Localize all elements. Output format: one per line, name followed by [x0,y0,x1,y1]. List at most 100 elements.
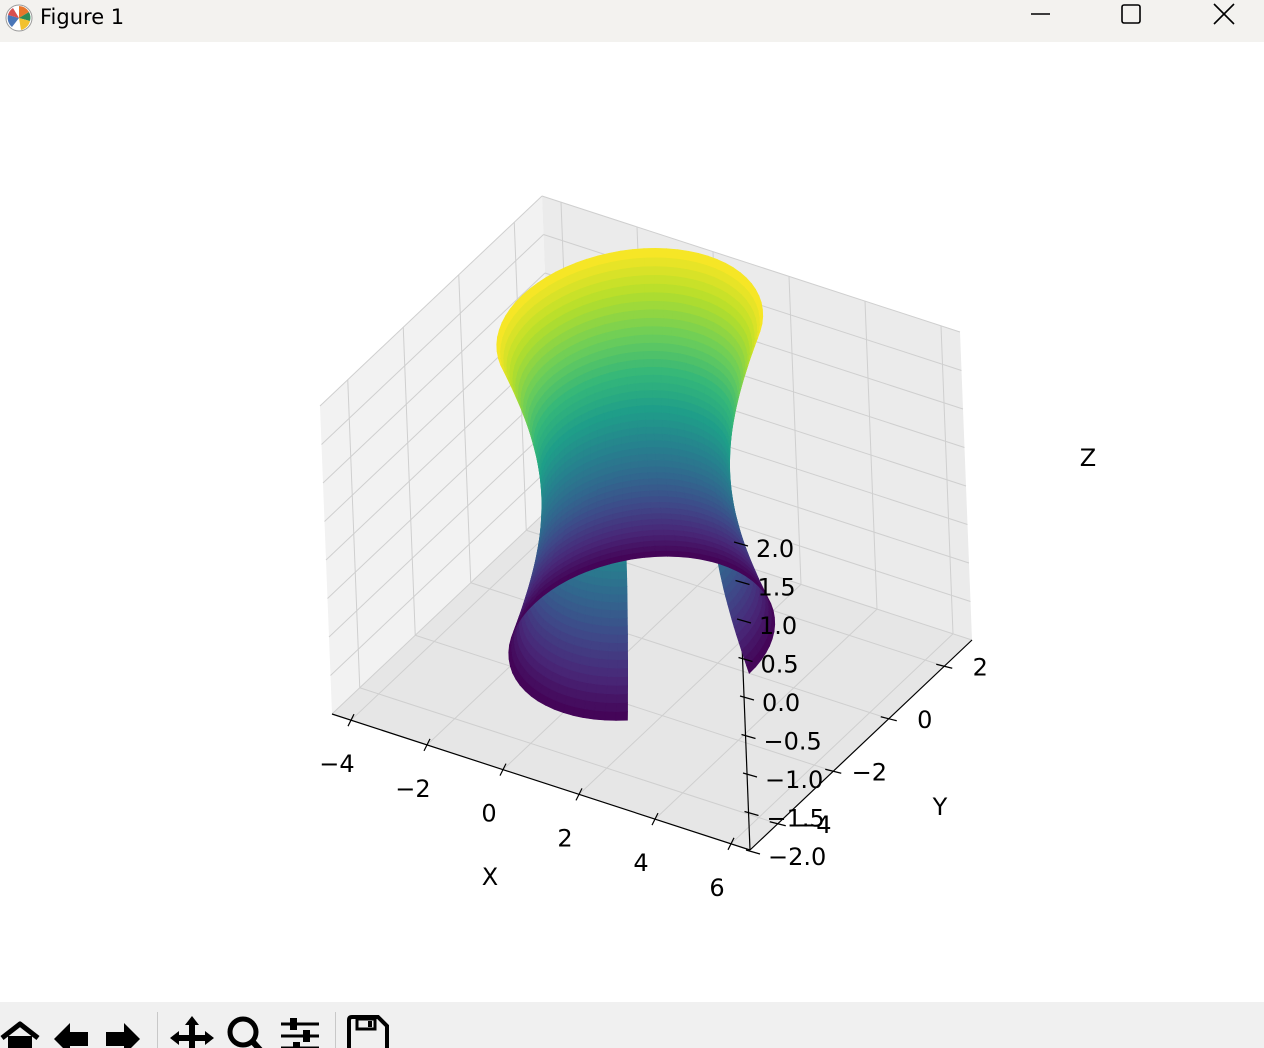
surface-face [643,291,655,302]
zoom-button[interactable] [222,1012,266,1048]
surface-face [638,459,649,468]
surface-face [617,642,628,652]
close-button[interactable] [1194,0,1254,32]
surface-face [643,317,654,327]
surface-face [609,585,619,595]
surface-face [670,334,681,346]
z-tick-label: 1.0 [759,612,797,640]
surface-face [626,375,637,385]
surface-face [652,397,662,406]
surface-face [652,381,662,391]
surface-face [607,650,619,660]
surface-face [594,692,607,703]
surface-face [617,625,628,635]
surface-face [663,459,673,468]
surface-face [655,550,668,557]
forward-arrow-icon [106,1023,140,1048]
surface-face [671,318,682,329]
3d-surface-plot: −4−20246−4−202−2.0−1.5−1.0−0.50.00.51.01… [319,195,1096,902]
surface-face [590,640,601,651]
home-button[interactable] [0,1012,44,1048]
surface-face [663,283,676,294]
window-title: Figure 1 [40,5,125,29]
surface-face [600,608,611,619]
surface-face [635,389,646,399]
pan-button[interactable] [170,1012,214,1048]
surface-face [661,334,672,344]
surface-face [636,411,646,421]
surface-face [590,631,601,643]
surface-face [582,708,595,720]
surface-face [644,381,654,391]
surface-face [644,411,655,420]
surface-face [634,334,645,344]
surface-face [668,382,678,393]
z-tick-label: 2.0 [756,535,794,563]
x-tick-label: 6 [709,874,724,902]
back-button[interactable] [50,1012,94,1048]
surface-face [659,501,671,509]
surface-face [593,584,603,594]
configure-subplots-button[interactable] [278,1012,322,1048]
surface-face [626,367,637,377]
z-tick-label: −2.0 [768,843,826,871]
surface-face [655,459,665,467]
surface-face [601,592,611,603]
surface-face [661,433,671,442]
surface-face [634,350,645,360]
surface-face [654,439,664,448]
surface-face [591,623,602,634]
surface-face [616,693,628,704]
surface-face [627,397,638,408]
surface-face [660,397,670,407]
surface-face [634,358,645,368]
surface-face [664,466,674,474]
surface-face [601,585,611,595]
surface-face [662,440,672,449]
y-axis-label: Y [932,793,948,821]
surface-face [600,624,610,635]
minimize-button[interactable] [1010,0,1070,32]
surface-face [595,683,608,695]
surface-face [606,684,618,695]
surface-face [660,389,670,399]
surface-face [662,300,674,311]
navigation-toolbar [0,1002,1264,1048]
surface-face [652,374,662,383]
surface-face [650,507,662,515]
surface-face [601,577,611,587]
surface-face [601,570,611,580]
maximize-button[interactable] [1101,0,1161,32]
surface-face [615,702,628,712]
surface-face [665,257,678,268]
surface-face [617,633,628,644]
surface-face [669,343,680,354]
surface-face [632,257,645,268]
surface-face [593,599,603,610]
surface-face [606,676,618,686]
surface-face [652,317,664,327]
z-tick-label: −0.5 [764,728,822,756]
surface-face [654,265,666,276]
surface-face [628,412,638,422]
surface-face [653,540,667,547]
surface-face [657,484,668,492]
floppy-disk-icon [347,1015,389,1048]
save-button[interactable] [346,1012,390,1048]
y-tick-label: 2 [973,653,988,681]
x-tick-label: 4 [633,849,648,877]
figure-canvas[interactable]: −4 −2 0 2 4 6 −4 −2 0 2 −2.0 −1.5 −1.0 −0.5 0.0 0.5 1.0 1… [0,42,1264,1002]
x-axis-label: X [482,863,498,891]
surface-face [663,529,675,537]
surface-face [647,459,657,467]
surface-face [597,658,609,669]
surface-face [663,535,676,542]
surface-face [658,490,669,498]
surface-face [669,367,679,377]
surface-face [625,351,636,362]
surface-face [593,591,603,602]
surface-face [661,412,670,421]
forward-button[interactable] [100,1012,144,1048]
y-tick-label: 0 [917,706,932,734]
surface-face [639,478,650,486]
